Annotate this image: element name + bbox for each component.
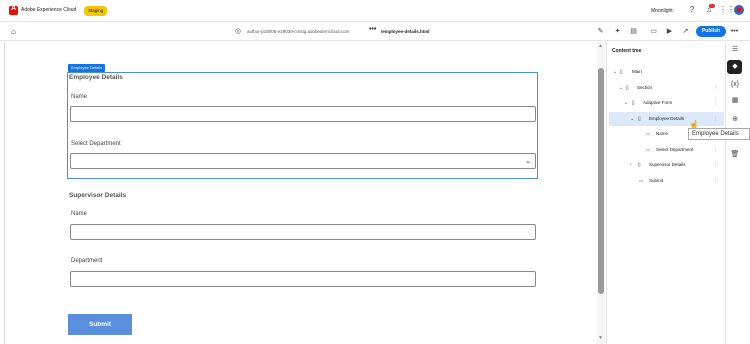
- tree-item-label: Main: [632, 69, 642, 74]
- add-icon[interactable]: ⊕: [730, 115, 740, 125]
- top-bar: Adobe Experience Cloud Staging Moonlight…: [0, 0, 750, 22]
- panel-icon: []: [638, 116, 641, 121]
- text-field-icon: ▭: [646, 131, 651, 136]
- desktop-preview-icon[interactable]: ▭: [649, 27, 658, 36]
- more-icon[interactable]: ⋮: [713, 81, 718, 95]
- tree-item-supervisor-details[interactable]: › [] Supervisor Details ⋮: [608, 158, 724, 172]
- supervisor-name-input[interactable]: [70, 224, 536, 240]
- name-label: Name: [71, 94, 88, 100]
- tree-item-label: Supervisor Details: [649, 162, 686, 167]
- chevron-down-icon[interactable]: ⌄: [624, 96, 628, 110]
- dropdown-icon: ▭: [646, 147, 651, 152]
- layers-icon[interactable]: ◆: [730, 62, 740, 72]
- notification-badge: [709, 4, 715, 8]
- button-icon: ▭: [639, 178, 644, 183]
- properties-sliders-icon[interactable]: ☰: [730, 45, 740, 55]
- employee-section-title: Employee Details: [69, 74, 123, 81]
- url-page: /employee-details.html: [381, 29, 430, 34]
- more-icon[interactable]: ⋮: [713, 174, 718, 188]
- supervisor-name-label: Name: [71, 211, 88, 217]
- delete-icon[interactable]: 🗑: [730, 150, 740, 160]
- variables-icon[interactable]: {x}: [730, 80, 740, 90]
- tooltip: Employee Details: [688, 128, 750, 140]
- tree-item-section[interactable]: ⌄ [] Section ⋮: [608, 81, 724, 95]
- tree-item-adaptive-form[interactable]: ⌄ [] Adaptive Form ⋮: [608, 96, 724, 110]
- tree-item-select-department[interactable]: ▭ Select Department ⋮: [608, 143, 724, 157]
- avatar[interactable]: [734, 5, 744, 15]
- chevron-right-icon[interactable]: ›: [630, 158, 632, 172]
- open-external-icon[interactable]: ↗: [681, 27, 690, 36]
- more-menu-button[interactable]: •••: [730, 27, 739, 36]
- chevron-down-icon[interactable]: ⌄: [613, 65, 617, 79]
- container-icon: []: [620, 69, 623, 74]
- scroll-up-icon[interactable]: ▲: [598, 43, 603, 49]
- supervisor-department-input[interactable]: [70, 271, 536, 287]
- tree-item-label: Submit: [649, 178, 664, 183]
- url-host: author-p10005-e29039-cmstg.adobeaemcloud…: [247, 29, 350, 34]
- play-icon[interactable]: ▶: [665, 27, 674, 36]
- department-label: Select Department: [71, 141, 121, 147]
- department-select[interactable]: ⌄: [70, 153, 536, 169]
- chevron-down-icon[interactable]: ⌄: [619, 81, 623, 95]
- tree-item-label: Name: [656, 131, 669, 136]
- selected-component-chip[interactable]: Employee Details: [68, 64, 106, 72]
- app-title[interactable]: Adobe Experience Cloud: [21, 7, 76, 13]
- tree-item-label: Employee Details: [649, 116, 685, 121]
- more-icon[interactable]: ⋮: [713, 112, 718, 126]
- more-icon[interactable]: ⋮: [713, 96, 718, 110]
- tree-item-label: Section: [637, 85, 653, 90]
- container-icon: []: [632, 100, 635, 105]
- adobe-logo-icon[interactable]: [9, 5, 18, 15]
- content-tree-title: Content tree: [612, 48, 642, 54]
- scrollbar-thumb[interactable]: [598, 68, 604, 294]
- tenant-name[interactable]: Moonlight: [651, 8, 673, 14]
- editor-toolbar: ⌂ ◎ author-p10005-e29039-cmstg.adobeaemc…: [0, 22, 750, 41]
- chevron-down-icon: ⌄: [525, 158, 531, 165]
- edit-icon[interactable]: ✎: [596, 27, 605, 36]
- globe-icon: ◎: [235, 28, 242, 35]
- tree-item-label: Select Department: [656, 147, 694, 152]
- panel-icon: []: [638, 162, 641, 167]
- tree-item-main[interactable]: ⌄ [] Main: [608, 65, 724, 79]
- chevron-down-icon[interactable]: ⌄: [630, 112, 634, 126]
- name-input[interactable]: [70, 106, 536, 122]
- container-icon: []: [626, 85, 629, 90]
- environment-badge: Staging: [84, 6, 108, 16]
- supervisor-department-label: Department: [71, 258, 103, 264]
- more-icon[interactable]: ⋮: [713, 158, 718, 172]
- help-icon[interactable]: ?: [687, 5, 697, 15]
- properties-icon[interactable]: ▤: [629, 27, 638, 36]
- supervisor-section-title: Supervisor Details: [69, 192, 127, 199]
- more-icon[interactable]: ⋮: [713, 143, 718, 157]
- home-icon[interactable]: ⌂: [11, 27, 16, 36]
- tree-item-label: Adaptive Form: [643, 100, 673, 105]
- wand-icon[interactable]: ✦: [613, 27, 622, 36]
- url-more-button[interactable]: •••: [369, 26, 376, 33]
- submit-button[interactable]: Submit: [68, 314, 132, 335]
- publish-button[interactable]: Publish: [696, 26, 726, 37]
- page-icon[interactable]: ▦: [730, 96, 740, 106]
- apps-grid-icon[interactable]: ⋮⋮: [719, 5, 735, 15]
- scroll-down-icon[interactable]: ▼: [598, 335, 603, 341]
- tree-item-submit[interactable]: ▭ Submit ⋮: [608, 174, 724, 188]
- tree-item-employee-details[interactable]: ⌄ [] Employee Details ⋮: [609, 112, 724, 126]
